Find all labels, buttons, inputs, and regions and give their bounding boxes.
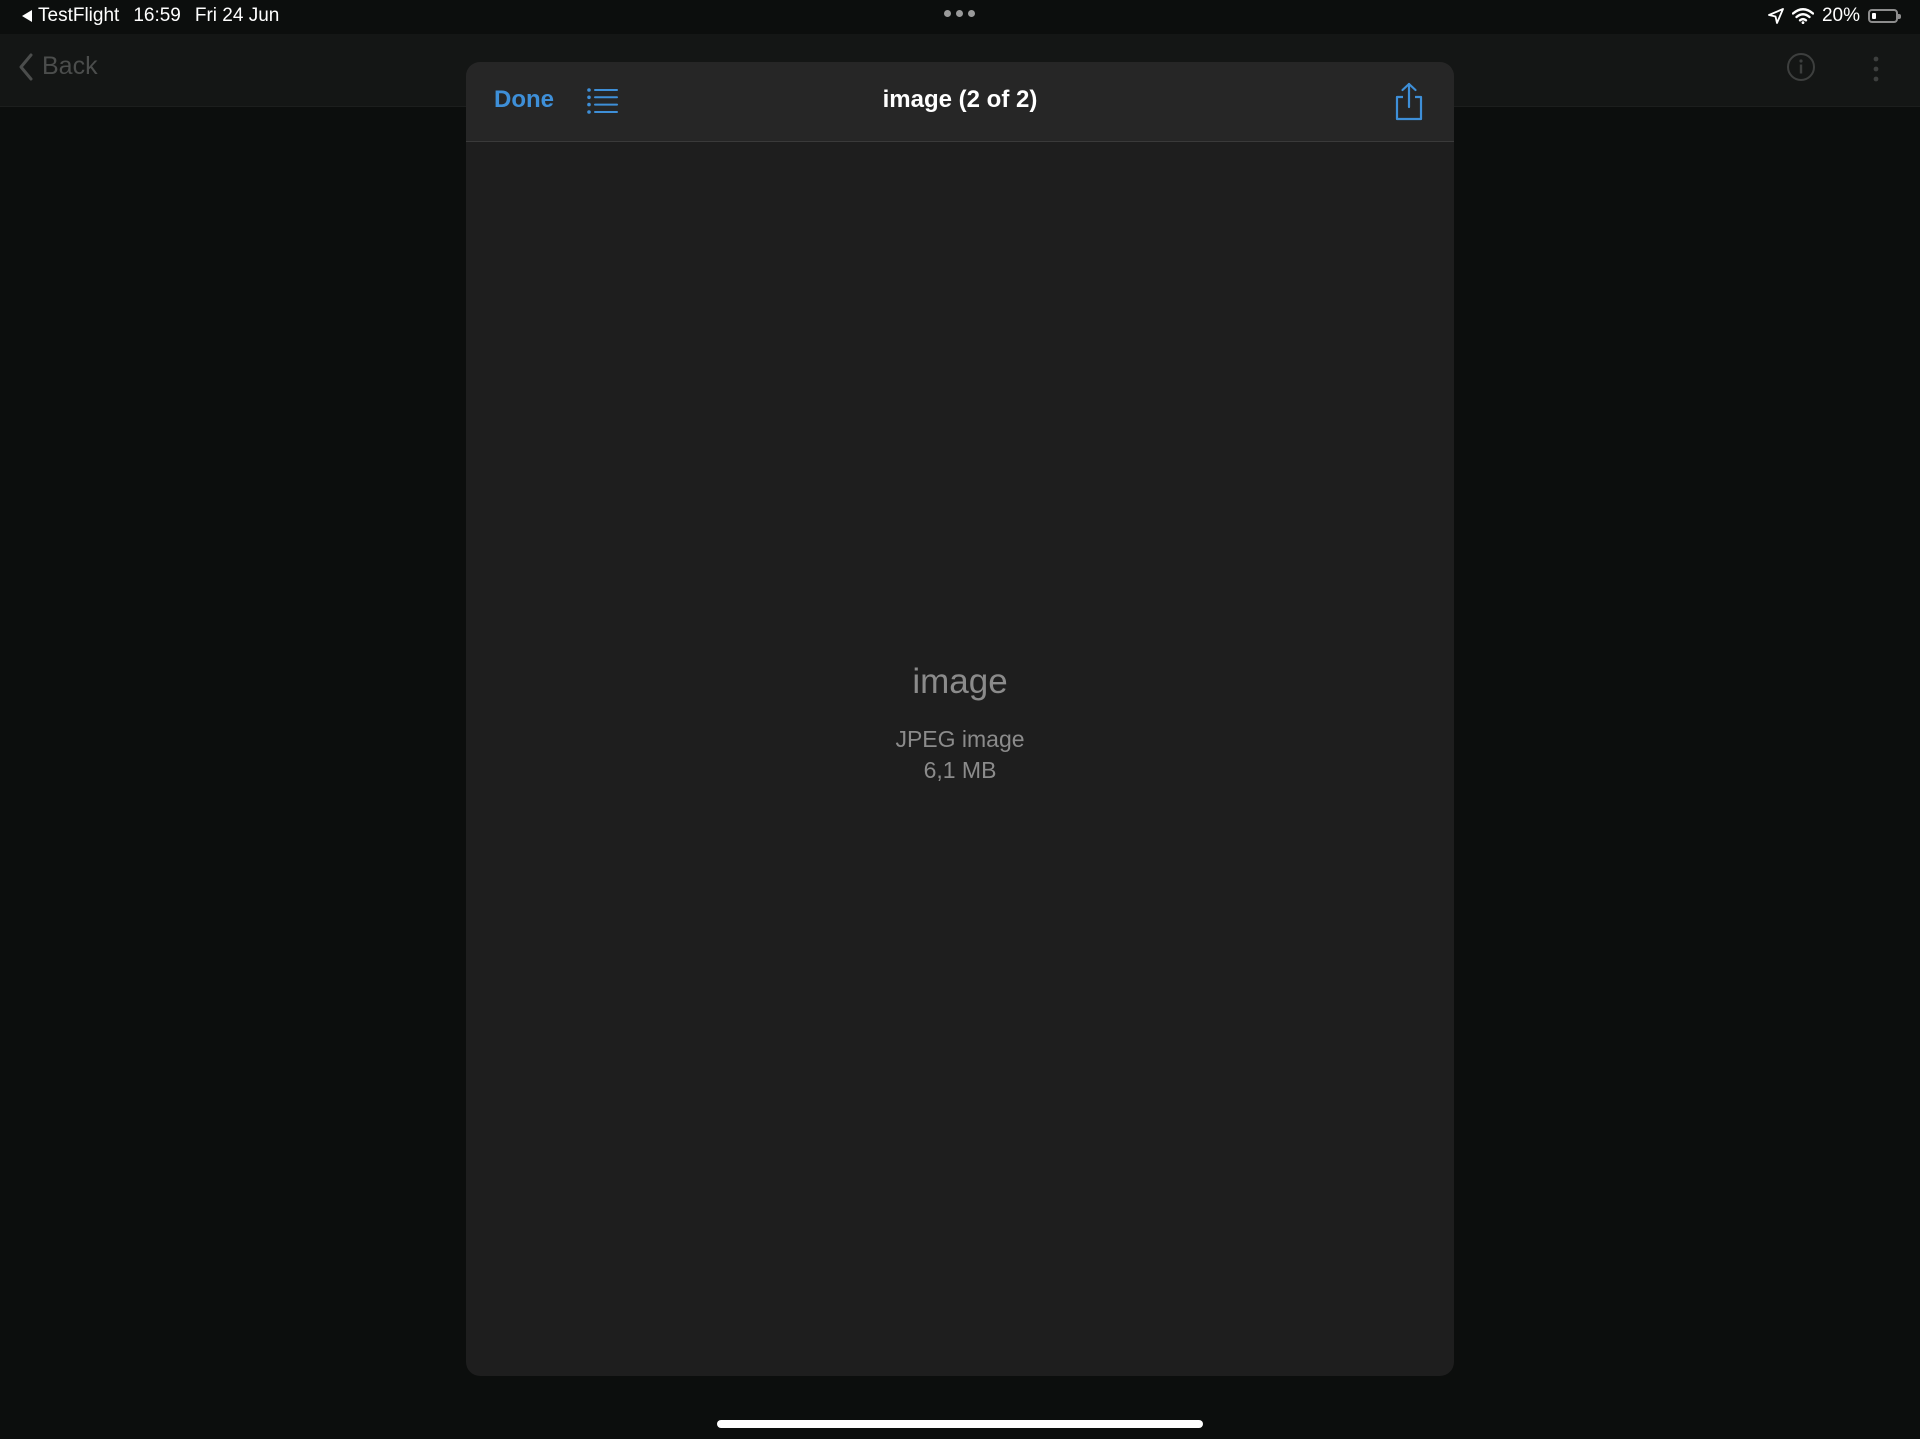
dot-icon (956, 10, 963, 17)
back-to-app-button[interactable]: TestFlight (22, 5, 119, 27)
background-back-label: Back (42, 52, 98, 80)
preview-sheet: Done image (2 of 2) image JPEG image 6,1… (466, 62, 1454, 1376)
home-indicator[interactable] (717, 1420, 1203, 1428)
share-icon (1395, 82, 1423, 121)
back-triangle-icon (22, 10, 32, 22)
status-bar: TestFlight 16:59 Fri 24 Jun 20% (0, 0, 1920, 34)
screen: TestFlight 16:59 Fri 24 Jun 20% Back Don… (0, 0, 1920, 1439)
file-name: image (912, 662, 1008, 701)
wifi-icon (1791, 8, 1814, 24)
battery-nub (1898, 14, 1901, 19)
file-size: 6,1 MB (923, 757, 997, 783)
status-date: Fri 24 Jun (194, 5, 280, 26)
list-button[interactable] (586, 86, 620, 116)
location-arrow-icon (1768, 8, 1784, 24)
back-app-label: TestFlight (38, 5, 120, 26)
battery-percent: 20% (1821, 5, 1860, 26)
file-type: JPEG image (895, 726, 1025, 752)
multitasking-dots[interactable] (944, 10, 975, 17)
status-time: 16:59 (133, 5, 181, 26)
battery-icon (1868, 9, 1901, 23)
dot-icon (944, 10, 951, 17)
done-button[interactable]: Done (494, 86, 554, 114)
background-back-button: Back (18, 52, 98, 81)
chevron-left-icon (19, 53, 33, 80)
sheet-header: Done image (2 of 2) (466, 62, 1454, 142)
share-button[interactable] (1392, 82, 1426, 122)
battery-level-fill (1872, 13, 1876, 19)
dot-icon (968, 10, 975, 17)
status-left: TestFlight 16:59 Fri 24 Jun (22, 5, 279, 27)
info-circle-icon (1787, 53, 1815, 81)
file-info: image JPEG image 6,1 MB (466, 660, 1454, 786)
more-vertical-icon (1873, 56, 1879, 82)
list-bullet-icon (587, 88, 618, 114)
status-right: 20% (1768, 5, 1901, 27)
